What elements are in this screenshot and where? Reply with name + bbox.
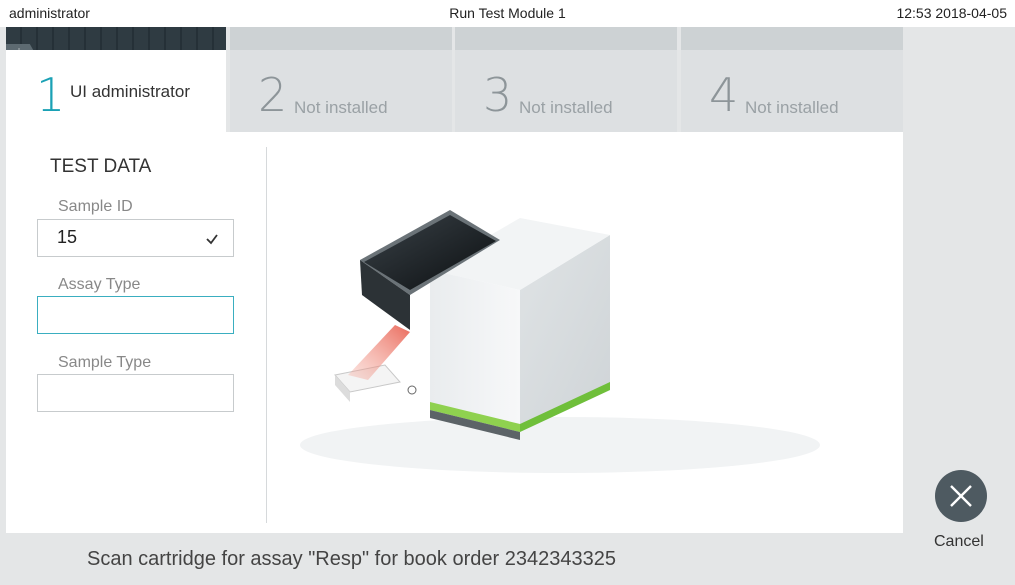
module-number: 4	[709, 68, 739, 122]
instruction-message: Scan cartridge for assay "Resp" for book…	[87, 548, 616, 570]
test-data-heading: TEST DATA	[50, 156, 152, 177]
checkmark-icon	[206, 234, 218, 245]
module-label: Not installed	[519, 98, 613, 117]
module-status-strip	[455, 27, 677, 50]
module-label: Not installed	[294, 98, 388, 117]
module-tab-body: 4 Not installed	[681, 50, 903, 132]
sample-type-label: Sample Type	[58, 354, 152, 371]
close-icon	[950, 485, 972, 507]
module-tab-body: 3 Not installed	[455, 50, 677, 132]
module-label: UI administrator	[70, 82, 190, 101]
module-tab-body: 1 UI administrator	[6, 50, 226, 132]
datetime: 12:53 2018-04-05	[896, 5, 1007, 21]
module-tab-body: 2 Not installed	[230, 50, 452, 132]
sample-id-label: Sample ID	[58, 198, 133, 215]
assay-type-field[interactable]	[37, 296, 234, 334]
cancel-label: Cancel	[934, 533, 984, 550]
module-number: 3	[483, 68, 513, 122]
instrument-scanning-illustration	[300, 210, 820, 473]
module-number: 2	[258, 68, 288, 122]
assay-type-label: Assay Type	[58, 276, 141, 293]
module-status-strip	[6, 27, 226, 50]
sample-id-select[interactable]: 15	[37, 219, 234, 257]
window-title: Run Test Module 1	[449, 5, 566, 21]
module-label: Not installed	[745, 98, 839, 117]
cancel-button[interactable]	[935, 470, 987, 522]
module-status-strip	[681, 27, 903, 50]
sample-id-value: 15	[57, 227, 78, 247]
sample-type-field[interactable]	[37, 374, 234, 412]
module-status-strip	[230, 27, 452, 50]
status-bar: administrator Run Test Module 1 12:53 20…	[0, 0, 1015, 27]
message-bar: Scan cartridge for assay "Resp" for book…	[0, 533, 903, 585]
module-tab-1[interactable]: --:-- 1 UI administrator	[6, 27, 226, 132]
module-tab-3[interactable]: 3 Not installed	[455, 27, 677, 132]
panel-divider	[266, 147, 267, 523]
module-tab-2[interactable]: 2 Not installed	[230, 27, 452, 132]
module-tab-4[interactable]: 4 Not installed	[681, 27, 903, 132]
module-number: 1	[36, 68, 66, 122]
